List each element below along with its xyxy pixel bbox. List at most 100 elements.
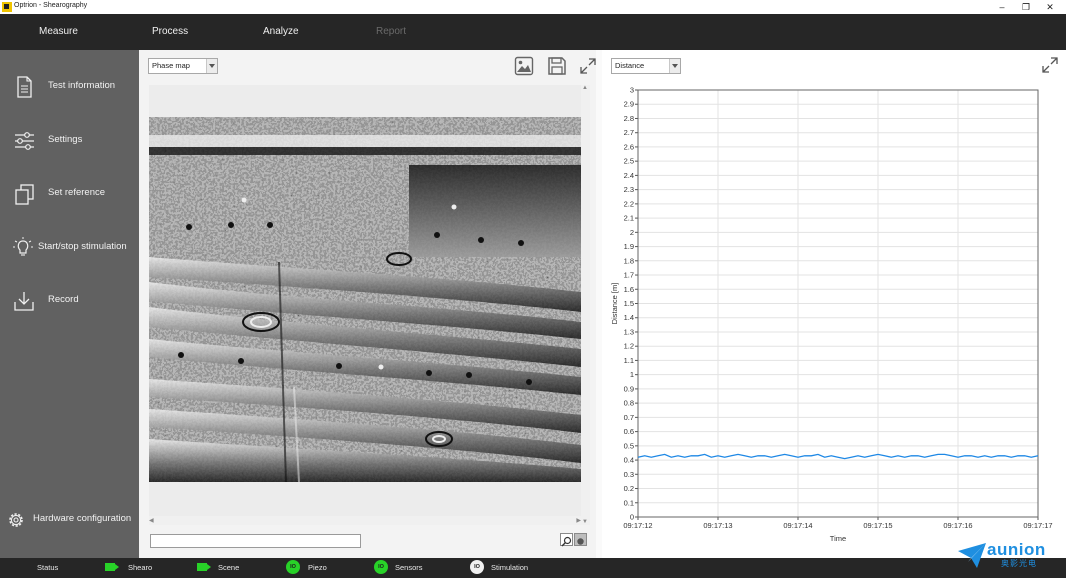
- sidebar-item-settings[interactable]: Settings: [0, 122, 139, 158]
- y-tick-label: 2.3: [624, 185, 634, 194]
- phase-map-view[interactable]: ▲ ▼ ◀ ▶: [149, 85, 590, 525]
- scroll-down-icon[interactable]: ▼: [582, 519, 588, 525]
- y-tick-label: 0.1: [624, 498, 634, 507]
- shearo-status: Shearo: [128, 563, 153, 572]
- expand-icon[interactable]: [1042, 57, 1058, 73]
- y-tick-label: 0.5: [624, 441, 634, 450]
- x-axis-label: Time: [830, 534, 846, 543]
- image-icon[interactable]: [514, 56, 534, 76]
- y-tick-label: 2.7: [624, 128, 634, 137]
- sidebar-item-label: Start/stop stimulation: [38, 241, 127, 252]
- x-tick-label: 09:17:16: [943, 521, 972, 530]
- brand-name: aunion: [987, 540, 1046, 559]
- x-tick-label: 09:17:14: [783, 521, 812, 530]
- sidebar-item-hardware-configuration[interactable]: Hardware configuration: [0, 501, 139, 537]
- y-axis-label: Distance [m]: [610, 283, 619, 325]
- sliders-icon: [15, 132, 34, 150]
- lightbulb-icon: [13, 237, 33, 256]
- expand-icon[interactable]: [580, 58, 596, 74]
- close-button[interactable]: ✕: [1038, 0, 1062, 14]
- y-tick-label: 1: [630, 370, 634, 379]
- pan-button[interactable]: [574, 533, 587, 546]
- gear-icon: [9, 513, 23, 527]
- hand-icon: [577, 538, 584, 545]
- io-icon: IO: [374, 560, 388, 574]
- sidebar-item-test-information[interactable]: Test information: [0, 68, 139, 104]
- io-icon: IO: [286, 560, 300, 574]
- sidebar-item-label: Hardware configuration: [33, 513, 132, 524]
- image-path-field[interactable]: [150, 534, 361, 548]
- tab-analyze[interactable]: Analyze: [263, 14, 299, 50]
- measure-select-value: Distance: [615, 61, 645, 70]
- tab-measure[interactable]: Measure: [39, 14, 78, 50]
- sidebar-item-set-reference[interactable]: Set reference: [0, 175, 139, 211]
- restore-button[interactable]: ❐: [1014, 0, 1038, 14]
- vertical-scrollbar[interactable]: ▲ ▼: [581, 85, 590, 525]
- y-tick-label: 2.4: [624, 171, 634, 180]
- sidebar-item-label: Record: [48, 294, 79, 305]
- status-label: Status: [37, 563, 59, 572]
- tab-process[interactable]: Process: [152, 14, 188, 50]
- view-select[interactable]: Phase map: [148, 58, 218, 74]
- y-tick-label: 1.7: [624, 271, 634, 280]
- y-tick-label: 2.2: [624, 199, 634, 208]
- x-tick-label: 09:17:15: [863, 521, 892, 530]
- y-tick-label: 1.3: [624, 327, 634, 336]
- sidebar: Test information Settings Set reference: [0, 50, 139, 558]
- y-tick-label: 1.9: [624, 242, 634, 251]
- tab-report: Report: [376, 26, 407, 37]
- image-panel: Phase map ▲ ▼ ◀ ▶: [139, 50, 596, 558]
- y-tick-label: 0.7: [624, 413, 634, 422]
- scroll-up-icon[interactable]: ▲: [582, 85, 588, 91]
- y-tick-label: 1.4: [624, 313, 634, 322]
- y-tick-label: 1.8: [624, 256, 634, 265]
- camera-icon: [105, 563, 119, 571]
- y-tick-label: 2.5: [624, 157, 634, 166]
- x-tick-label: 09:17:12: [623, 521, 652, 530]
- y-tick-label: 0.4: [624, 456, 634, 465]
- minimize-button[interactable]: –: [990, 0, 1014, 14]
- brand-watermark: aunion 奥影光电: [957, 538, 1063, 574]
- download-icon: [14, 292, 34, 311]
- save-icon[interactable]: [547, 56, 567, 76]
- y-tick-label: 0.3: [624, 470, 634, 479]
- phase-map-image: [149, 117, 581, 482]
- app-logo-icon: [2, 2, 12, 12]
- x-tick-label: 09:17:13: [703, 521, 732, 530]
- sidebar-item-label: Test information: [48, 80, 116, 91]
- camera-icon: [197, 563, 211, 571]
- y-tick-label: 0.2: [624, 484, 634, 493]
- y-tick-label: 2.6: [624, 142, 634, 151]
- y-tick-label: 1.1: [624, 356, 634, 365]
- document-icon: [17, 76, 32, 98]
- scroll-right-icon[interactable]: ▶: [576, 517, 581, 524]
- chevron-down-icon: [206, 59, 217, 73]
- measure-select[interactable]: Distance: [611, 58, 681, 74]
- distance-chart[interactable]: 00.10.20.30.40.50.60.70.80.911.11.21.31.…: [602, 80, 1066, 550]
- sidebar-item-label: Set reference: [48, 187, 106, 198]
- copy-icon: [15, 184, 34, 205]
- y-tick-label: 0.6: [624, 427, 634, 436]
- sensors-status: Sensors: [395, 563, 423, 572]
- y-tick-label: 3: [630, 86, 634, 95]
- sidebar-item-label: Settings: [48, 134, 83, 145]
- io-icon: IO: [470, 560, 484, 574]
- y-tick-label: 2: [630, 228, 634, 237]
- sidebar-item-start-stop-stimulation[interactable]: Start/stop stimulation: [0, 229, 139, 265]
- zoom-button[interactable]: [560, 533, 573, 547]
- y-tick-label: 1.6: [624, 285, 634, 294]
- y-tick-label: 0.9: [624, 384, 634, 393]
- sidebar-item-record[interactable]: Record: [0, 282, 139, 318]
- y-tick-label: 2.9: [624, 100, 634, 109]
- piezo-status: Piezo: [308, 563, 327, 572]
- horizontal-scrollbar[interactable]: ◀ ▶: [149, 516, 581, 525]
- y-tick-label: 2.8: [624, 114, 634, 123]
- paper-plane-icon: [958, 543, 986, 568]
- chevron-down-icon: [669, 59, 680, 73]
- scene-status: Scene: [218, 563, 240, 572]
- distance-series-line: [637, 453, 1039, 460]
- y-tick-label: 2.1: [624, 214, 634, 223]
- title-bar: Optrion - Shearography – ❐ ✕: [0, 0, 1066, 14]
- y-tick-label: 0.8: [624, 399, 634, 408]
- scroll-left-icon[interactable]: ◀: [149, 517, 154, 524]
